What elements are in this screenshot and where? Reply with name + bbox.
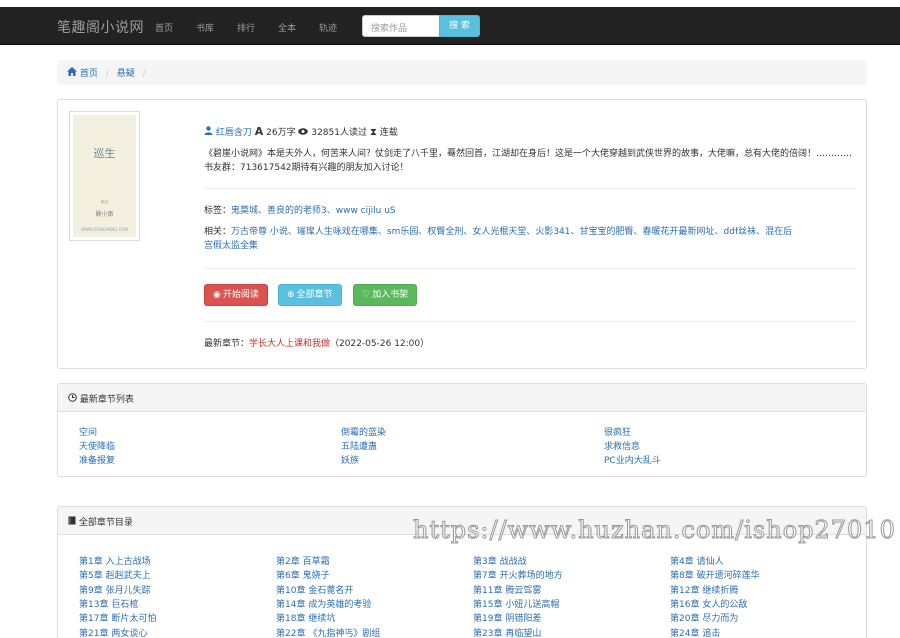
nav-home[interactable]: 首页 bbox=[155, 21, 173, 34]
list-item[interactable]: 五陆遭蛊 bbox=[341, 440, 601, 454]
site-brand[interactable]: 笔趣阁小说网 bbox=[57, 17, 144, 37]
related-list[interactable]: 万古帝尊 小说、璀璨人生咏戏在哪集、sm乐园、权臀全刑、女人光棍天堂、火影341… bbox=[231, 227, 792, 237]
book-status: 连载 bbox=[379, 128, 398, 138]
related-list-cont[interactable]: 宫假太监全集 bbox=[204, 241, 258, 251]
search-button[interactable]: 搜 索 bbox=[439, 15, 480, 37]
eye-icon bbox=[298, 128, 309, 138]
nav-library[interactable]: 书库 bbox=[196, 21, 214, 34]
home-icon bbox=[67, 67, 80, 79]
breadcrumb-separator: / bbox=[142, 69, 146, 79]
breadcrumb: 首页 / 悬疑 / bbox=[57, 60, 867, 85]
chapter-link[interactable]: 第21章 两女谈心 bbox=[79, 627, 147, 638]
book-tags: 标签：鬼莫城、善良的的老师3、www cijilu uS bbox=[204, 204, 396, 218]
chapter-link[interactable]: 第13章 巨石棺 bbox=[79, 598, 138, 612]
list-item[interactable]: 很疯狂 bbox=[604, 426, 864, 440]
chapter-link[interactable]: 第4章 请仙人 bbox=[670, 555, 724, 569]
chapter-link[interactable]: 第2章 百草霜 bbox=[276, 555, 330, 569]
breadcrumb-home[interactable]: 首页 bbox=[80, 69, 98, 79]
add-bookshelf-label: 加入书架 bbox=[372, 290, 409, 300]
zoom-icon: ⊕ bbox=[287, 290, 295, 300]
list-item[interactable]: 空间 bbox=[79, 426, 339, 440]
chapter-link[interactable]: 第15章 小妞儿送高帽 bbox=[473, 598, 559, 612]
heart-icon: ♡ bbox=[362, 290, 371, 300]
cover-genre: 玄幻 bbox=[100, 199, 109, 204]
top-navbar: 笔趣阁小说网 首页 书库 排行 全本 轨迹 搜索作品 搜 索 bbox=[0, 7, 900, 45]
book-info-panel: 巡生 玄幻 顾小南 WWW.ZONGHENG.COM 红唇含刀 A 26万字 3… bbox=[57, 99, 867, 369]
watermark-text: https://www.huzhan.com/ishop27010 bbox=[413, 516, 896, 545]
chapter-link[interactable]: 第8章 破开遗河碎莲华 bbox=[670, 569, 760, 583]
chapter-link[interactable]: 第3章 战战战 bbox=[473, 555, 527, 569]
chapter-link[interactable]: 第20章 尽力而为 bbox=[670, 612, 738, 626]
cover-author: 顾小南 bbox=[95, 211, 114, 218]
tags-label: 标签： bbox=[204, 206, 232, 216]
list-item[interactable]: PC业内大乱斗 bbox=[604, 454, 864, 468]
chapter-link[interactable]: 第24章 追击 bbox=[670, 627, 720, 638]
book-related-cont: 宫假太监全集 bbox=[204, 239, 258, 253]
chapter-link[interactable]: 第14章 成为英雄的考验 bbox=[276, 598, 371, 612]
chapter-link[interactable]: 第1章 入上古战场 bbox=[79, 555, 151, 569]
nav-history[interactable]: 轨迹 bbox=[319, 21, 337, 34]
book-meta: 红唇含刀 A 26万字 32851人读过 ⧗ 连载 bbox=[204, 125, 398, 140]
chapter-link[interactable]: 第18章 继续坑 bbox=[276, 612, 335, 626]
latest-panel-heading: 最新章节列表 bbox=[58, 384, 866, 412]
latest-chapter-link[interactable]: 学长大人上课和我做 bbox=[249, 339, 330, 349]
divider bbox=[204, 268, 856, 269]
font-icon: A bbox=[254, 125, 264, 138]
nav-completed[interactable]: 全本 bbox=[278, 21, 296, 34]
chapter-link[interactable]: 第6章 鬼娆子 bbox=[276, 569, 330, 583]
latest-panel-title: 最新章节列表 bbox=[79, 395, 134, 405]
tags-list[interactable]: 鬼莫城、善良的的老师3、www cijilu uS bbox=[231, 206, 396, 216]
latest-time: （2022-05-26 12:00） bbox=[330, 339, 430, 349]
eye-icon: ◉ bbox=[213, 290, 221, 300]
nav-ranking[interactable]: 排行 bbox=[237, 21, 255, 34]
book-related: 相关：万古帝尊 小说、璀璨人生咏戏在哪集、sm乐园、权臀全刑、女人光棍天堂、火影… bbox=[204, 225, 859, 239]
book-icon bbox=[68, 516, 76, 528]
list-item[interactable]: 求救信息 bbox=[604, 440, 864, 454]
start-reading-button[interactable]: ◉ 开始阅读 bbox=[204, 284, 268, 306]
hourglass-icon: ⧗ bbox=[369, 127, 377, 138]
latest-label: 最新章节： bbox=[204, 339, 250, 349]
related-label: 相关： bbox=[204, 227, 232, 237]
book-intro: 《碧崖小说网》本是天外人，何苦来人间？仗剑走了八千里，蓦然回首，江湖却在身后！这… bbox=[204, 149, 853, 173]
book-cover[interactable]: 巡生 玄幻 顾小南 WWW.ZONGHENG.COM bbox=[69, 111, 140, 241]
latest-chapters-panel: 最新章节列表 空间 天使降临 准备报复 倒霉的蓝染 五陆遭蛊 妖族 很疯狂 求救… bbox=[57, 383, 867, 477]
chapter-link[interactable]: 第17章 断片太可怕 bbox=[79, 612, 156, 626]
start-reading-label: 开始阅读 bbox=[222, 290, 259, 300]
chapter-link[interactable]: 第23章 再临望山 bbox=[473, 627, 541, 638]
divider bbox=[204, 321, 856, 322]
all-chapters-button[interactable]: ⊕ 全部章节 bbox=[278, 284, 342, 306]
divider bbox=[204, 188, 856, 189]
chapter-link[interactable]: 第19章 阴错阳差 bbox=[473, 612, 541, 626]
list-item[interactable]: 妖族 bbox=[341, 454, 601, 468]
chapter-link[interactable]: 第16章 女人的公敌 bbox=[670, 598, 747, 612]
clock-icon bbox=[68, 393, 77, 405]
all-panel-title: 全部章节目录 bbox=[78, 518, 133, 528]
chapter-link[interactable]: 第9章 张月儿失踪 bbox=[79, 584, 151, 598]
list-item[interactable]: 准备报复 bbox=[79, 454, 339, 468]
list-item[interactable]: 倒霉的蓝染 bbox=[341, 426, 601, 440]
all-chapters-label: 全部章节 bbox=[296, 290, 333, 300]
book-author[interactable]: 红唇含刀 bbox=[216, 128, 252, 138]
add-bookshelf-button[interactable]: ♡ 加入书架 bbox=[353, 284, 418, 306]
user-icon bbox=[204, 126, 213, 138]
chapter-link[interactable]: 第5章 赳赳武夫上 bbox=[79, 569, 151, 583]
cover-url: WWW.ZONGHENG.COM bbox=[81, 227, 128, 232]
cover-image: 巡生 玄幻 顾小南 WWW.ZONGHENG.COM bbox=[73, 115, 136, 237]
read-count: 32851人读过 bbox=[311, 128, 367, 138]
search-input[interactable]: 搜索作品 bbox=[362, 15, 440, 37]
chapter-link[interactable]: 第10章 金石蓖名开 bbox=[276, 584, 353, 598]
chapter-link[interactable]: 第7章 开火葬场的地方 bbox=[473, 569, 563, 583]
breadcrumb-separator: / bbox=[105, 69, 109, 79]
chapter-link[interactable]: 第11章 腾云驾雾 bbox=[473, 584, 541, 598]
word-count: 26万字 bbox=[266, 128, 296, 138]
cover-title: 巡生 bbox=[93, 147, 116, 160]
latest-chapter: 最新章节：学长大人上课和我做（2022-05-26 12:00） bbox=[204, 337, 429, 351]
breadcrumb-category[interactable]: 悬疑 bbox=[117, 69, 135, 79]
list-item[interactable]: 天使降临 bbox=[79, 440, 339, 454]
chapter-link[interactable]: 第22章 《九指神丐》剧组 bbox=[276, 627, 380, 638]
chapter-link[interactable]: 第12章 继续折腾 bbox=[670, 584, 738, 598]
